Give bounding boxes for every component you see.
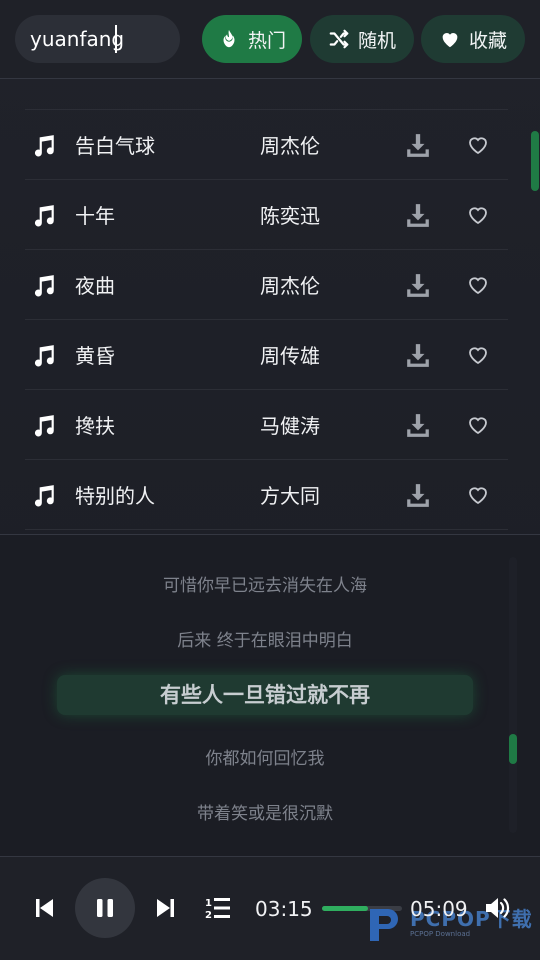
song-row[interactable]: 搀扶 马健涛 xyxy=(25,390,508,460)
previous-track-icon[interactable] xyxy=(36,898,54,918)
music-note-icon xyxy=(34,485,54,507)
song-title: 十年 xyxy=(75,204,115,228)
song-row[interactable]: 夜曲 周杰伦 xyxy=(25,250,508,320)
song-title: 夜曲 xyxy=(75,274,115,298)
song-title: 告白气球 xyxy=(75,134,155,158)
download-icon[interactable] xyxy=(405,202,431,228)
favorite-heart-icon[interactable] xyxy=(466,413,490,437)
song-list-scrollbar[interactable] xyxy=(531,131,539,191)
volume-icon[interactable] xyxy=(484,896,512,920)
music-note-icon xyxy=(34,415,54,437)
song-row[interactable]: 特别的人 方大同 xyxy=(25,460,508,530)
pause-icon xyxy=(97,899,113,917)
music-player-app: 热门 随机 收藏 带娃 告白气球 周杰伦 十年 陈奕迅 xyxy=(0,0,540,960)
svg-text:1: 1 xyxy=(205,898,212,909)
lyric-line: 带着笑或是很沉默 xyxy=(197,804,333,824)
current-time: 03:15 xyxy=(255,897,313,921)
lyrics-scroll-track xyxy=(509,557,517,833)
pcpop-logo-icon xyxy=(370,909,398,941)
playlist-icon[interactable]: 12 xyxy=(205,896,230,920)
tab-shuffle[interactable]: 随机 xyxy=(310,15,414,63)
tab-label: 收藏 xyxy=(468,29,507,52)
download-icon[interactable] xyxy=(405,412,431,438)
song-artist: 马健涛 xyxy=(260,414,320,438)
text-cursor xyxy=(115,25,117,53)
song-artist: 周杰伦 xyxy=(260,274,320,298)
tab-hot[interactable]: 热门 xyxy=(202,15,302,63)
song-artist: 周杰伦 xyxy=(260,134,320,158)
player-bar: 12 03:15 PCPOP下载 PCPOP Download 05:09 xyxy=(0,856,540,960)
lyric-line: 后来 终于在眼泪中明白 xyxy=(177,631,353,651)
song-title: 搀扶 xyxy=(75,414,115,438)
lyric-line: 可惜你早已远去消失在人海 xyxy=(163,576,367,596)
svg-text:2: 2 xyxy=(205,910,212,920)
song-artist: 陈奕迅 xyxy=(260,204,320,228)
download-icon[interactable] xyxy=(405,342,431,368)
song-row[interactable]: 带娃 xyxy=(25,79,508,110)
music-note-icon xyxy=(34,135,54,157)
lyrics-scrollbar[interactable] xyxy=(509,734,517,764)
lyric-line: 你都如何回忆我 xyxy=(205,749,325,769)
song-list: 带娃 告白气球 周杰伦 十年 陈奕迅 夜曲 周杰伦 黄昏 周传雄 xyxy=(0,79,540,533)
song-title: 特别的人 xyxy=(75,484,155,508)
lyric-line-current: 有些人一旦错过就不再 xyxy=(57,675,473,715)
download-icon[interactable] xyxy=(405,482,431,508)
heart-icon xyxy=(442,33,458,48)
pause-button[interactable] xyxy=(75,878,135,938)
tab-favorites[interactable]: 收藏 xyxy=(421,15,525,63)
tab-label: 随机 xyxy=(357,29,396,52)
favorite-heart-icon[interactable] xyxy=(466,273,490,297)
flame-icon xyxy=(223,29,235,48)
search-input[interactable] xyxy=(15,15,180,63)
favorite-heart-icon[interactable] xyxy=(466,483,490,507)
shuffle-icon xyxy=(329,29,349,49)
favorite-heart-icon[interactable] xyxy=(466,343,490,367)
song-title: 黄昏 xyxy=(75,344,115,368)
favorite-heart-icon[interactable] xyxy=(466,203,490,227)
song-artist: 方大同 xyxy=(260,484,320,508)
music-note-icon xyxy=(34,205,54,227)
watermark-subtext: PCPOP Download xyxy=(410,930,471,938)
song-row[interactable]: 告白气球 周杰伦 xyxy=(25,110,508,180)
download-icon[interactable] xyxy=(405,272,431,298)
total-time: 05:09 xyxy=(410,897,468,921)
music-note-icon xyxy=(34,345,54,367)
next-track-icon[interactable] xyxy=(156,898,174,918)
download-icon[interactable] xyxy=(405,132,431,158)
favorite-heart-icon[interactable] xyxy=(466,133,490,157)
song-row[interactable]: 十年 陈奕迅 xyxy=(25,180,508,250)
lyrics-panel: 可惜你早已远去消失在人海 后来 终于在眼泪中明白 有些人一旦错过就不再 你都如何… xyxy=(0,534,540,856)
tab-label: 热门 xyxy=(247,29,286,52)
song-artist: 周传雄 xyxy=(260,344,320,368)
progress-fill xyxy=(322,906,369,911)
song-row[interactable]: 黄昏 周传雄 xyxy=(25,320,508,390)
music-note-icon xyxy=(34,275,54,297)
top-bar: 热门 随机 收藏 xyxy=(0,0,540,79)
